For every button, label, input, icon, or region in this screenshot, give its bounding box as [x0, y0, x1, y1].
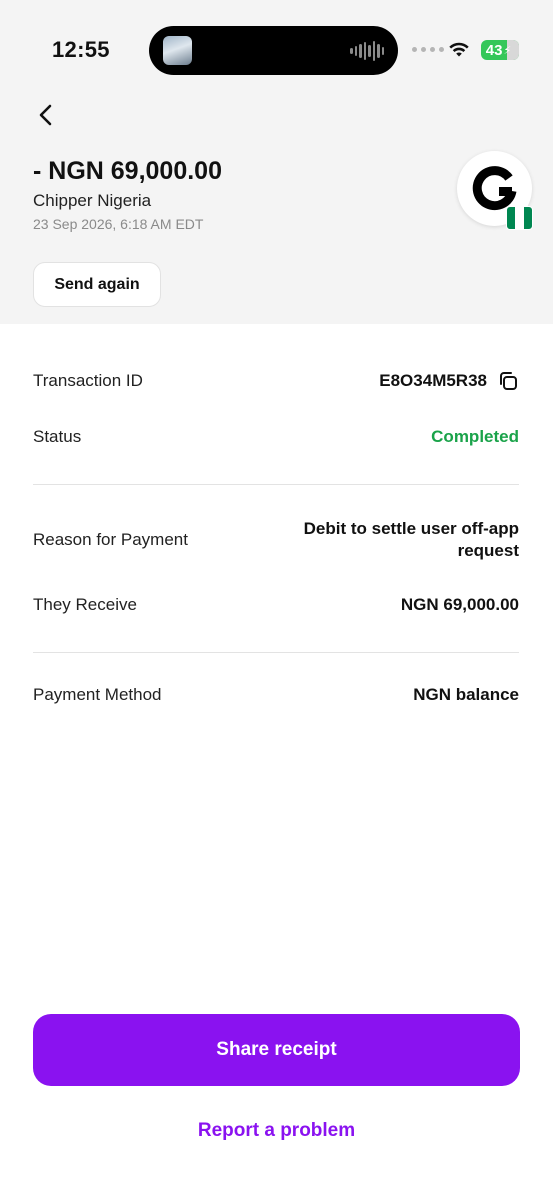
- status-time: 12:55: [52, 37, 110, 62]
- reason-label: Reason for Payment: [33, 530, 188, 549]
- transaction-header: 12:55 43 ⚡ - NGN 69,000.00 Chipper Nigeri…: [0, 0, 553, 324]
- receive-row: They Receive NGN 69,000.00: [33, 595, 519, 615]
- nigeria-flag-icon: [506, 206, 533, 230]
- status-label: Status: [33, 427, 82, 446]
- audio-wave-icon: [350, 41, 384, 61]
- wifi-icon: [449, 42, 469, 57]
- transaction-id-label: Transaction ID: [33, 371, 143, 390]
- transaction-id-row: Transaction ID E8O34M5R38: [33, 370, 519, 392]
- send-again-button[interactable]: Send again: [33, 262, 161, 307]
- reason-row: Reason for Payment Debit to settle user …: [33, 518, 519, 562]
- chevron-left-icon: [39, 104, 52, 126]
- reason-value-line1: Debit to settle user off-app: [303, 519, 519, 538]
- payment-method-value: NGN balance: [413, 685, 519, 704]
- back-button[interactable]: [32, 100, 60, 130]
- signal-dots-icon: [412, 47, 444, 52]
- share-receipt-button[interactable]: Share receipt: [33, 1014, 520, 1086]
- transaction-id-value: E8O34M5R38: [379, 371, 487, 390]
- copy-icon[interactable]: [497, 370, 519, 392]
- dynamic-island-thumbnail: [163, 36, 192, 65]
- status-value: Completed: [431, 427, 519, 446]
- receive-value: NGN 69,000.00: [400, 595, 519, 614]
- receive-label: They Receive: [33, 595, 137, 614]
- dynamic-island[interactable]: [149, 26, 398, 75]
- payment-method-label: Payment Method: [33, 685, 162, 704]
- status-row: Status Completed: [33, 427, 519, 447]
- battery-level: 43: [485, 41, 503, 59]
- reason-value-line2: request: [457, 541, 519, 560]
- transaction-date: 23 Sep 2026, 6:18 AM EDT: [33, 216, 204, 232]
- battery-charging-icon: 43 ⚡: [481, 40, 519, 60]
- reason-value: Debit to settle user off-app request: [304, 518, 519, 562]
- payment-method-row: Payment Method NGN balance: [33, 685, 519, 705]
- divider: [33, 652, 519, 653]
- divider: [33, 484, 519, 485]
- report-problem-link[interactable]: Report a problem: [0, 1120, 553, 1142]
- merchant-name: Chipper Nigeria: [33, 191, 152, 210]
- transaction-amount: - NGN 69,000.00: [33, 157, 222, 185]
